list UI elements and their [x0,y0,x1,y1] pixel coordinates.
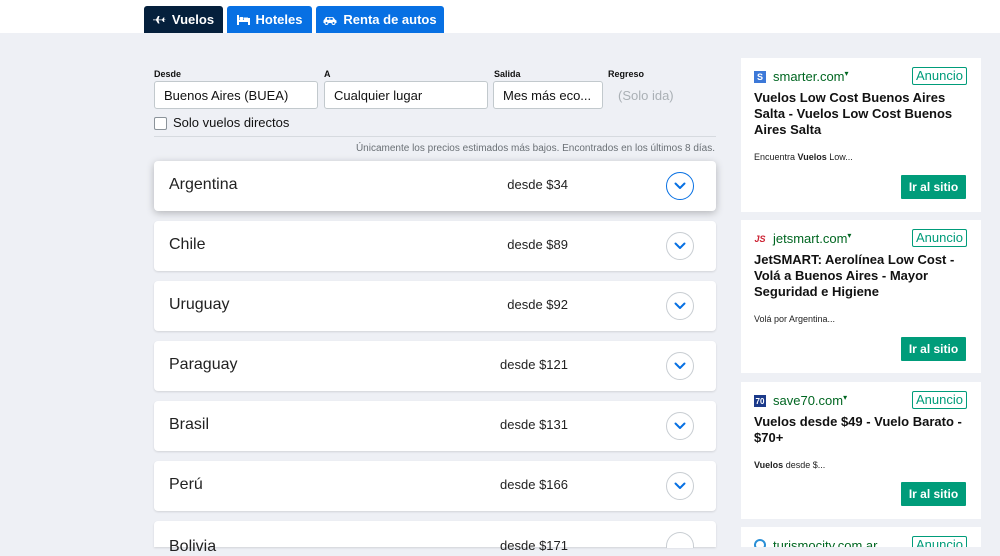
desde-field[interactable]: Buenos Aires (BUEA) [154,81,318,109]
bed-icon [236,15,250,25]
ad-domain[interactable]: smarter.com▾ [773,69,849,84]
destination-name: Perú [169,476,203,493]
ad-title[interactable]: Vuelos Low Cost Buenos Aires Salta - Vue… [754,90,966,138]
plane-icon [152,16,166,24]
a-label: A [324,69,331,79]
destination-price: desde $166 [500,477,568,492]
destination-price: desde $89 [507,237,568,252]
car-icon [323,16,337,25]
ad-description: Volá por Argentina... [754,314,835,324]
expand-button[interactable] [666,472,694,500]
dropdown-icon: ▾ [843,393,848,402]
tab-vuelos[interactable]: Vuelos [144,6,223,33]
ad-visit-button[interactable]: Ir al sitio [901,337,966,361]
ad-domain-text: save70.com [773,393,844,408]
save70-logo-icon: 70 [754,395,766,407]
direct-flights-checkbox[interactable] [154,117,167,130]
destination-price: desde $34 [507,177,568,192]
ad-domain[interactable]: save70.com▾ [773,393,847,408]
destination-price: desde $171 [500,538,568,553]
expand-button[interactable] [666,172,694,200]
smarter-logo-icon: S [754,71,766,83]
regreso-field[interactable]: (Solo ida) [609,81,689,109]
destination-row[interactable]: Argentina desde $34 [154,161,716,211]
divider [154,136,716,137]
ad-title[interactable]: JetSMART: Aerolínea Low Cost - Volá a Bu… [754,252,966,300]
ad-desc-post: Low... [826,152,853,162]
ad-domain-text: turismocity.com.ar [773,538,878,547]
expand-button[interactable] [666,292,694,320]
direct-flights-label[interactable]: Solo vuelos directos [173,115,289,130]
ad-desc-pre: Volá por Argentina... [754,314,836,324]
ad-tag: Anuncio [912,67,967,85]
destination-name: Uruguay [169,296,230,313]
tab-vuelos-label: Vuelos [171,12,215,27]
dropdown-icon: ▾ [844,69,849,78]
dropdown-icon: ▾ [847,231,852,240]
destination-row[interactable]: Chile desde $89 [154,221,716,271]
top-nav: Vuelos Hoteles Renta de autos [0,0,1000,33]
ad-domain-text: jetsmart.com [773,231,848,246]
destination-row[interactable]: Perú desde $166 [154,461,716,511]
ad-desc-bold: Vuelos [797,152,827,162]
turismocity-logo-icon [754,539,766,547]
tab-hoteles[interactable]: Hoteles [227,6,312,33]
destination-row[interactable]: Bolivia desde $171 [154,521,716,555]
chevron-down-icon [674,302,686,309]
destination-name: Bolivia [169,538,217,555]
tab-renta-autos[interactable]: Renta de autos [316,6,444,33]
ad-desc-pre: Encuentra [754,152,798,162]
ad-domain-text: smarter.com [773,69,845,84]
chevron-down-icon [674,482,686,489]
destino-field[interactable]: Cualquier lugar [324,81,488,109]
ad-tag: Anuncio [912,536,967,547]
ad-tag: Anuncio [912,391,967,409]
tab-hoteles-label: Hoteles [255,12,303,27]
destination-row[interactable]: Uruguay desde $92 [154,281,716,331]
ad-domain[interactable]: turismocity.com.ar [773,538,878,547]
chevron-down-icon [674,182,686,189]
ad-desc-post: desde $... [783,460,826,470]
destination-name: Brasil [169,416,210,433]
tab-renta-autos-label: Renta de autos [343,12,437,27]
chevron-down-icon [674,422,686,429]
chevron-down-icon [674,242,686,249]
ad-visit-button[interactable]: Ir al sitio [901,175,966,199]
ad-description: Encuentra Vuelos Low... [754,152,853,162]
ad-domain[interactable]: jetsmart.com▾ [773,231,851,246]
destination-row[interactable]: Paraguay desde $121 [154,341,716,391]
jetsmart-logo-icon: JS [754,234,766,244]
ad-title[interactable]: Vuelos desde $49 - Vuelo Barato - $70+ [754,414,966,446]
desde-label: Desde [154,69,182,79]
ad-card: turismocity.com.ar Anuncio [741,527,981,547]
ad-card: 70 save70.com▾ Anuncio Vuelos desde $49 … [741,382,981,519]
ad-desc-bold: Vuelos [754,460,784,470]
regreso-label: Regreso [608,69,645,79]
ad-visit-button[interactable]: Ir al sitio [901,482,966,506]
salida-field[interactable]: Mes más eco... [493,81,603,109]
destination-name: Paraguay [169,356,238,373]
ad-tag: Anuncio [912,229,967,247]
expand-button[interactable] [666,412,694,440]
ad-card: JS jetsmart.com▾ Anuncio JetSMART: Aerol… [741,220,981,373]
salida-label: Salida [494,69,521,79]
expand-button[interactable] [666,352,694,380]
ad-card: S smarter.com▾ Anuncio Vuelos Low Cost B… [741,58,981,212]
chevron-down-icon [674,362,686,369]
destination-row[interactable]: Brasil desde $131 [154,401,716,451]
destination-name: Argentina [169,176,238,193]
destination-price: desde $121 [500,357,568,372]
ad-description: Vuelos desde $... [754,460,825,470]
destination-price: desde $131 [500,417,568,432]
price-note: Únicamente los precios estimados más baj… [355,143,715,154]
expand-button[interactable] [666,532,694,548]
destination-name: Chile [169,236,206,253]
destination-price: desde $92 [507,297,568,312]
expand-button[interactable] [666,232,694,260]
